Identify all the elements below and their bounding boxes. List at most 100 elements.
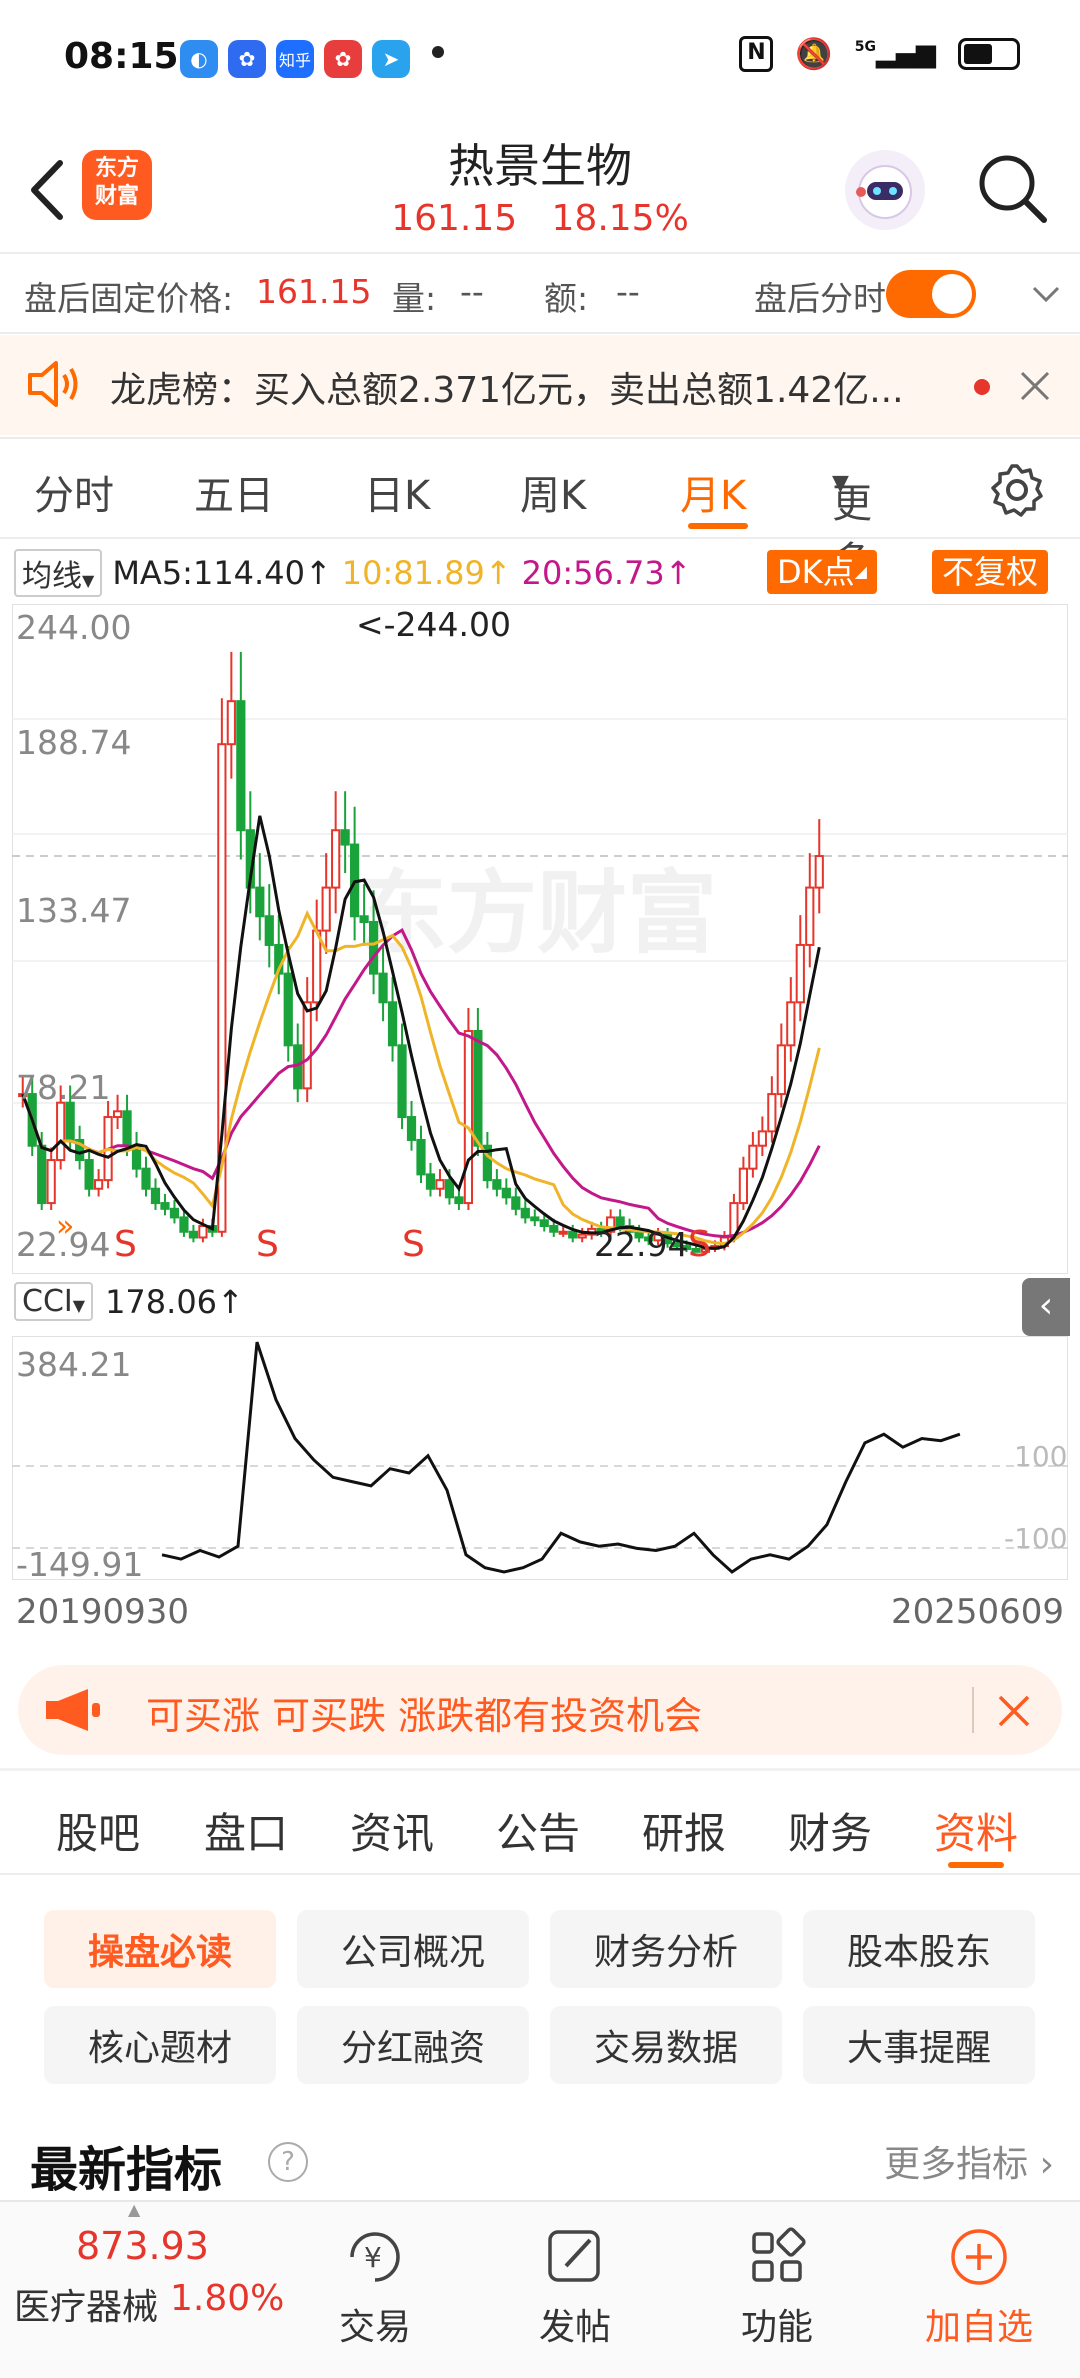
tab-research[interactable]: 研报 bbox=[642, 1800, 726, 1861]
promo-banner[interactable]: 可买涨 可买跌 涨跌都有投资机会 bbox=[18, 1665, 1062, 1755]
after-hours-price: 161.15 bbox=[256, 272, 372, 311]
apps-grid-icon bbox=[752, 2227, 806, 2282]
signal-mark: S bbox=[688, 1224, 711, 1265]
candle-body bbox=[539, 1219, 549, 1228]
assistant-robot-icon[interactable] bbox=[845, 150, 925, 230]
candle-body bbox=[738, 1167, 749, 1205]
kline-chart[interactable]: 东方财富 244.00 188.74 133.47 78.21 22.94 <-… bbox=[12, 604, 1068, 1274]
after-hours-toggle[interactable] bbox=[886, 270, 976, 318]
caret-down-icon: ▼ bbox=[82, 571, 95, 590]
candle-body bbox=[416, 1138, 426, 1176]
event-reminder-button[interactable]: 大事提醒 bbox=[803, 2006, 1035, 2084]
price-tick-1: 188.74 bbox=[16, 723, 131, 762]
unread-dot bbox=[974, 379, 990, 395]
ma-select-label: 均线 bbox=[22, 559, 82, 594]
candle-body bbox=[378, 972, 388, 1004]
candle-body bbox=[46, 1159, 56, 1205]
functions-label: 功能 bbox=[740, 2307, 813, 2348]
functions-button[interactable]: 功能 bbox=[712, 2224, 842, 2350]
shareholders-button[interactable]: 股本股东 bbox=[803, 1910, 1035, 1988]
candle-body bbox=[93, 1179, 104, 1190]
low-marker: 22.94 bbox=[594, 1225, 688, 1264]
trade-label: 交易 bbox=[338, 2307, 411, 2348]
candle-body bbox=[397, 1044, 407, 1119]
candle-body bbox=[340, 829, 350, 846]
add-watchlist-button[interactable]: 加自选 bbox=[914, 2224, 1044, 2350]
dk-point-button[interactable]: DK点◢ bbox=[767, 550, 877, 594]
edit-icon bbox=[548, 2230, 600, 2282]
gear-icon[interactable] bbox=[990, 463, 1044, 517]
cci-select-label: CCI bbox=[22, 1284, 73, 1319]
candle-body bbox=[331, 829, 341, 889]
candle-body bbox=[368, 921, 379, 975]
active-tab-indicator bbox=[948, 1862, 1004, 1868]
candle-body bbox=[122, 1110, 132, 1147]
candle-body bbox=[359, 915, 369, 924]
candle-body bbox=[786, 1001, 796, 1047]
tab-monthly-k[interactable]: 月K bbox=[680, 463, 746, 521]
close-icon[interactable] bbox=[1018, 369, 1052, 403]
tab-five-day[interactable]: 五日 bbox=[194, 463, 274, 521]
core-themes-button[interactable]: 核心题材 bbox=[44, 2006, 276, 2084]
sector-value: 873.93 bbox=[76, 2224, 209, 2268]
ma-select[interactable]: 均线▼ bbox=[14, 549, 103, 597]
financial-analysis-button[interactable]: 财务分析 bbox=[550, 1910, 782, 1988]
speaker-icon bbox=[28, 361, 78, 407]
zhihu-icon: 知乎 bbox=[276, 40, 314, 78]
candle-body bbox=[767, 1093, 777, 1133]
more-indicators-link[interactable]: 更多指标 › bbox=[884, 2135, 1054, 2187]
trading-data-button[interactable]: 交易数据 bbox=[550, 2006, 782, 2084]
candle-body bbox=[748, 1144, 758, 1170]
tab-profile[interactable]: 资料 bbox=[934, 1800, 1018, 1861]
candle-body bbox=[814, 855, 824, 889]
edge-icon: ◐ bbox=[180, 40, 218, 78]
dragon-tiger-notice[interactable]: 龙虎榜：买入总额2.371亿元，卖出总额1.42亿... bbox=[0, 335, 1080, 435]
post-button[interactable]: 发帖 bbox=[510, 2224, 640, 2350]
cci-chart[interactable]: 384.21 -149.91 100 -100 bbox=[12, 1336, 1068, 1580]
collapse-side-panel-button[interactable]: ‹ bbox=[1022, 1278, 1070, 1336]
candle-body bbox=[255, 886, 265, 918]
candle-body bbox=[84, 1159, 94, 1190]
double-chevron-icon[interactable]: » bbox=[56, 1209, 74, 1244]
active-tab-indicator bbox=[688, 523, 748, 529]
candle-body bbox=[188, 1230, 199, 1239]
megaphone-icon bbox=[46, 1689, 100, 1731]
cci-indicator-row: CCI▼ 178.06↑ bbox=[14, 1282, 244, 1321]
tab-intraday[interactable]: 分时 bbox=[34, 463, 114, 521]
candle-body bbox=[150, 1187, 161, 1205]
candle-body bbox=[198, 1225, 208, 1239]
candle-body bbox=[444, 1179, 455, 1199]
cci-tick-low: -149.91 bbox=[16, 1545, 143, 1580]
sector-index[interactable]: ▲ 873.93 医疗器械 1.80% bbox=[0, 2200, 300, 2378]
tab-financials[interactable]: 财务 bbox=[788, 1800, 872, 1861]
must-read-button[interactable]: 操盘必读 bbox=[44, 1910, 276, 1988]
sector-change: 1.80% bbox=[170, 2278, 285, 2319]
chevron-down-icon[interactable] bbox=[1028, 280, 1064, 310]
candle-body bbox=[160, 1202, 170, 1210]
signal-mark: S bbox=[114, 1224, 137, 1265]
no-adjust-button[interactable]: 不复权 bbox=[932, 550, 1049, 594]
baidu-icon: ✿ bbox=[228, 40, 266, 78]
section-tabs: 股吧 盘口 资讯 公告 研报 财务 资料 bbox=[0, 1790, 1080, 1880]
close-icon[interactable] bbox=[996, 1693, 1032, 1729]
cci-ref-minus-100: -100 bbox=[1004, 1522, 1068, 1555]
candle-body bbox=[520, 1207, 530, 1219]
tab-forum[interactable]: 股吧 bbox=[56, 1800, 140, 1861]
stock-price: 161.15 bbox=[391, 198, 518, 239]
tab-weekly-k[interactable]: 周K bbox=[520, 463, 586, 521]
search-button[interactable] bbox=[972, 148, 1052, 228]
trade-button[interactable]: ¥ 交易 bbox=[310, 2224, 440, 2350]
tab-news[interactable]: 资讯 bbox=[350, 1800, 434, 1861]
candle-body bbox=[463, 1029, 474, 1205]
company-overview-button[interactable]: 公司概况 bbox=[297, 1910, 529, 1988]
caret-down-icon: ▼ bbox=[832, 471, 849, 496]
cci-select[interactable]: CCI▼ bbox=[14, 1282, 94, 1321]
tab-announcements[interactable]: 公告 bbox=[496, 1800, 580, 1861]
more-notifications-icon bbox=[432, 46, 444, 58]
help-icon[interactable]: ? bbox=[268, 2142, 308, 2182]
tab-order-book[interactable]: 盘口 bbox=[204, 1800, 288, 1861]
bottom-bar: ▲ 873.93 医疗器械 1.80% ¥ 交易 发帖 功能 加自选 bbox=[0, 2200, 1080, 2378]
candle-body bbox=[805, 886, 815, 946]
tab-daily-k[interactable]: 日K bbox=[364, 463, 430, 521]
dividends-financing-button[interactable]: 分红融资 bbox=[297, 2006, 529, 2084]
